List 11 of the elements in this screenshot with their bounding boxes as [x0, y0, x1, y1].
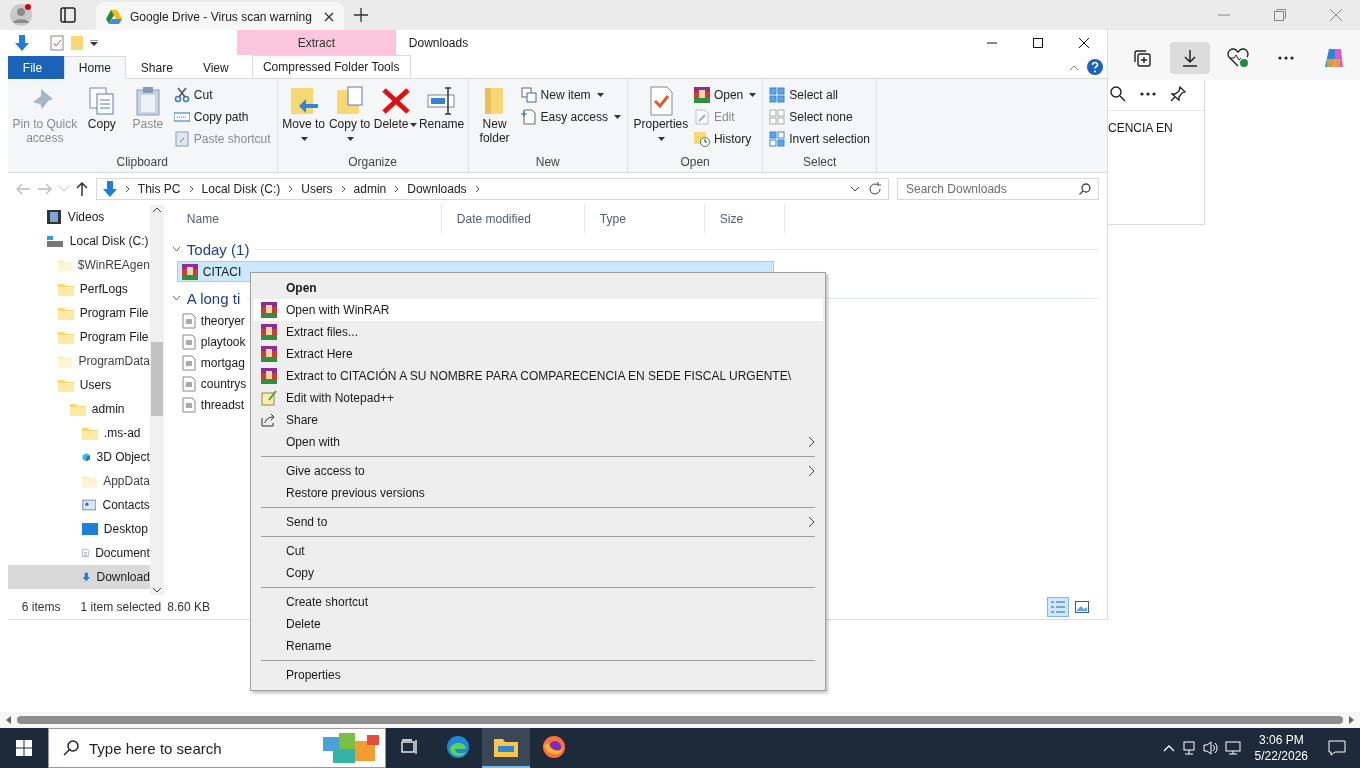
group-label: Open	[679, 154, 711, 171]
window-title: Downloads	[408, 35, 469, 50]
group-label: New	[534, 154, 561, 171]
group-label: Select	[801, 154, 838, 171]
selection-info: 1 item selected	[80, 600, 162, 614]
group-label: Clipboard	[115, 154, 169, 171]
group-label: Organize	[347, 154, 398, 171]
item-count: 6 items	[21, 600, 61, 614]
download-item-text: CENCIA EN	[1108, 121, 1174, 135]
contextual-tab-header: Extract	[236, 30, 396, 55]
selection-size: 8.60 KB	[167, 600, 210, 614]
